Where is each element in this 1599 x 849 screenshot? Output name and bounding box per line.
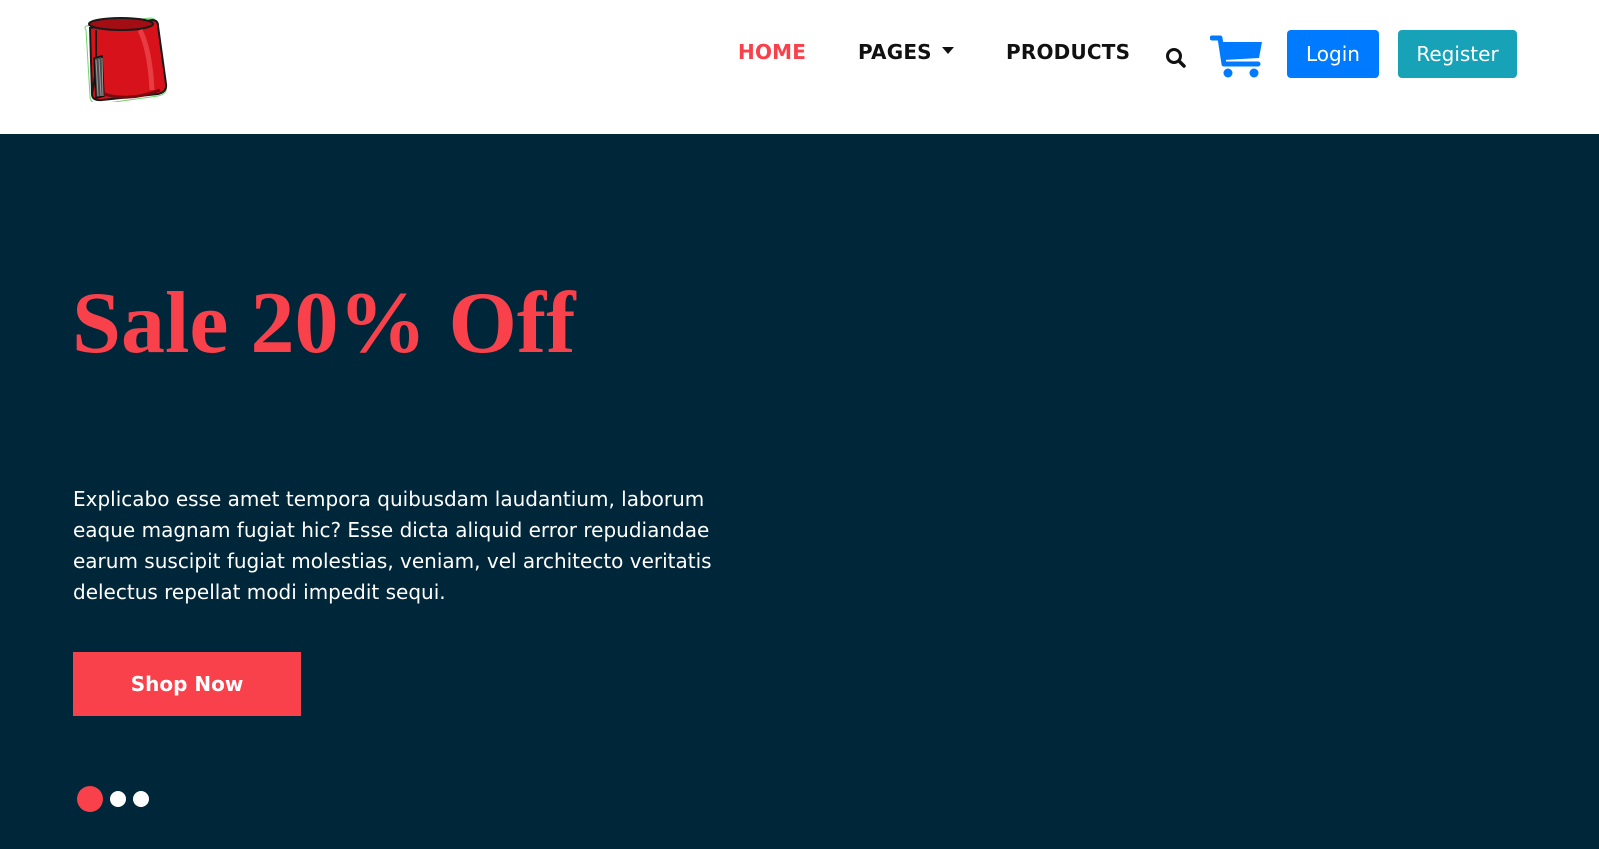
site-header: HOME PAGES PRODUCTS Login Register [0,0,1599,134]
shopping-cart-icon[interactable] [1209,34,1266,80]
login-button[interactable]: Login [1287,30,1379,78]
carousel-dot-active[interactable] [77,786,103,812]
caret-down-icon [941,47,954,54]
hero-title: Sale 20% Off [72,275,576,372]
carousel-dot[interactable] [133,791,149,807]
hero-description: Explicabo esse amet tempora quibusdam la… [73,487,712,604]
hero-carousel: Sale 20% Off Explicabo esse amet tempora… [0,134,1599,849]
carousel-dot[interactable] [110,791,126,807]
register-button[interactable]: Register [1398,30,1517,78]
nav-pages-dropdown[interactable]: PAGES [858,40,954,64]
shop-now-button[interactable]: Shop Now [73,652,301,716]
nav-home-link[interactable]: HOME [738,40,806,64]
nav-pages-label: PAGES [858,40,932,64]
nav-products-link[interactable]: PRODUCTS [1006,40,1130,64]
carousel-indicators [77,786,157,812]
search-icon[interactable] [1163,45,1189,71]
